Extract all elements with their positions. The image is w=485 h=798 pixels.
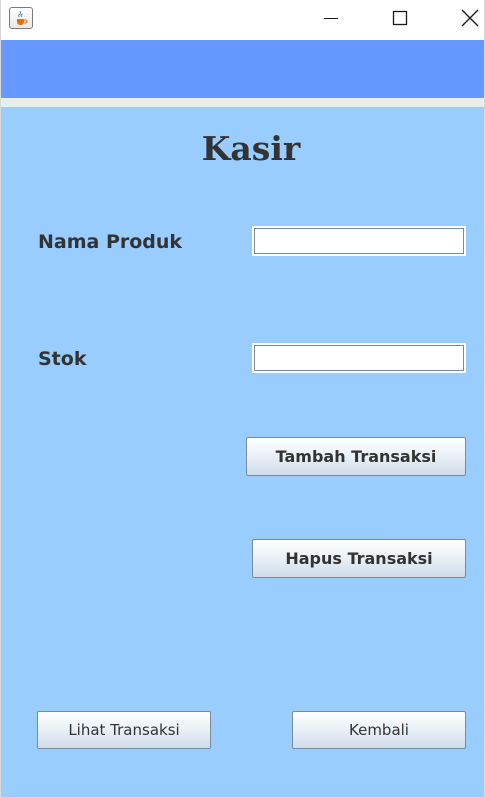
tambah-transaksi-button[interactable]: Tambah Transaksi bbox=[246, 437, 466, 476]
hapus-transaksi-button[interactable]: Hapus Transaksi bbox=[252, 539, 466, 578]
app-window: Kasir Nama Produk Stok Tambah Transaksi … bbox=[0, 0, 485, 798]
maximize-icon bbox=[392, 10, 408, 26]
nama-produk-input[interactable] bbox=[252, 226, 466, 256]
header-band bbox=[1, 40, 484, 98]
stok-label: Stok bbox=[38, 348, 87, 370]
minimize-icon bbox=[324, 18, 338, 19]
close-button[interactable] bbox=[447, 0, 485, 36]
title-bar bbox=[1, 0, 484, 40]
header-separator bbox=[1, 98, 484, 107]
close-icon bbox=[461, 9, 479, 27]
maximize-button[interactable] bbox=[377, 0, 423, 36]
java-cup-icon[interactable] bbox=[9, 7, 33, 29]
nama-produk-label: Nama Produk bbox=[38, 231, 183, 253]
lihat-transaksi-button[interactable]: Lihat Transaksi bbox=[37, 711, 211, 749]
page-title: Kasir bbox=[201, 129, 301, 168]
stok-input[interactable] bbox=[252, 343, 466, 373]
minimize-button[interactable] bbox=[308, 0, 354, 36]
kembali-button[interactable]: Kembali bbox=[292, 711, 466, 749]
form-panel: Kasir Nama Produk Stok Tambah Transaksi … bbox=[1, 107, 484, 797]
